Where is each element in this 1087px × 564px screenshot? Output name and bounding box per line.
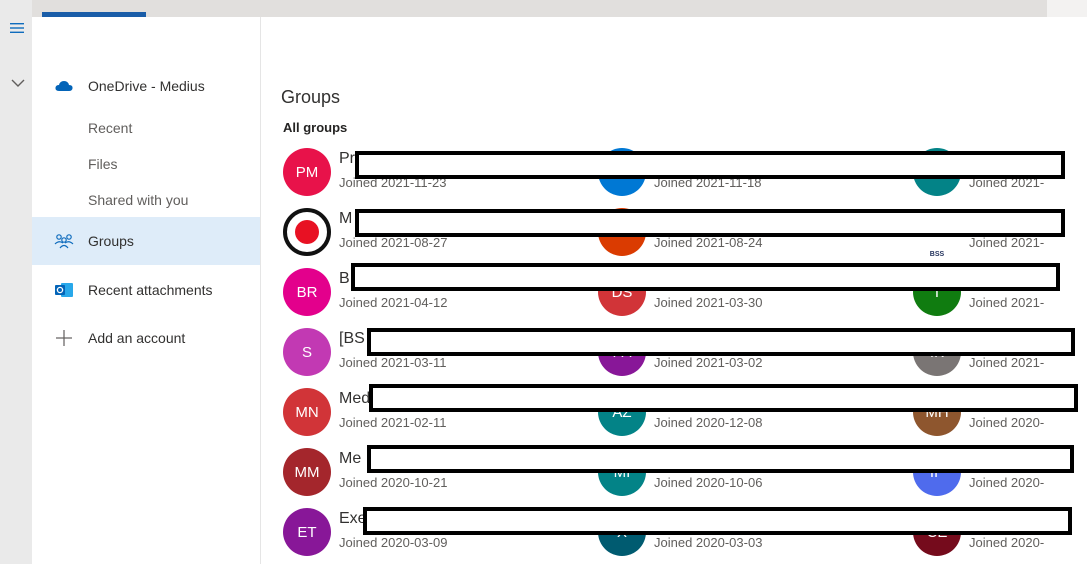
redaction-bar [355, 209, 1065, 237]
section-title: All groups [283, 120, 348, 135]
group-initials: ET [297, 523, 317, 541]
redaction-bar [367, 328, 1075, 356]
group-joined-date: Joined 2021-08-27 [339, 235, 448, 250]
group-avatar: MN [283, 388, 331, 436]
redaction-bar [355, 151, 1065, 179]
group-joined-date: Joined 2021- [969, 295, 1045, 310]
record-logo-icon [283, 208, 331, 256]
group-avatar: MM [283, 448, 331, 496]
sidebar-item-shared[interactable]: Shared with you [32, 187, 260, 213]
group-joined-date: Joined 2020- [969, 475, 1045, 490]
chevron-down-icon[interactable] [10, 76, 26, 90]
group-avatar: PM [283, 148, 331, 196]
group-name: Me [339, 450, 362, 467]
outlook-icon [54, 280, 74, 300]
sidebar-item-label: Files [88, 156, 118, 172]
group-name: Pr [339, 150, 355, 167]
redaction-bar [367, 445, 1074, 473]
group-joined-date: Joined 2021-03-11 [339, 355, 447, 370]
redaction-bar [351, 263, 1060, 291]
sidebar-item-add-account[interactable]: Add an account [32, 325, 260, 351]
group-initials: BR [296, 283, 318, 301]
redaction-bar [363, 507, 1072, 535]
group-name: [BS [339, 330, 365, 347]
group-avatar: ET [283, 508, 331, 556]
group-joined-date: Joined 2021-04-12 [339, 295, 448, 310]
dialog-sidebar: OneDrive - Medius Recent Files Shared wi… [32, 17, 261, 564]
sidebar-account-label: OneDrive - Medius [88, 78, 205, 94]
group-joined-date: Joined 2020- [969, 535, 1045, 550]
hamburger-menu-icon[interactable] [10, 22, 24, 34]
group-joined-date: Joined 2020-10-06 [654, 475, 763, 490]
group-joined-date: Joined 2020-12-08 [654, 415, 763, 430]
group-joined-date: Joined 2021- [969, 355, 1045, 370]
sidebar-item-recent[interactable]: Recent [32, 115, 260, 141]
group-joined-date: Joined 2020-10-21 [339, 475, 448, 490]
group-initials: PM [295, 163, 319, 181]
group-initials: MM [294, 463, 320, 481]
group-avatar: BR [283, 268, 331, 316]
group-name: M [339, 210, 353, 227]
sidebar-item-label: Shared with you [88, 192, 189, 208]
background-app-header [0, 0, 1047, 17]
sidebar-item-label: Add an account [88, 330, 186, 346]
group-name: Med [339, 390, 371, 407]
group-initials: S [301, 343, 312, 361]
group-name: B [339, 270, 350, 287]
onedrive-cloud-icon [54, 76, 74, 96]
sidebar-item-label: Groups [88, 233, 134, 249]
sidebar-item-recent-attachments[interactable]: Recent attachments [32, 277, 260, 303]
group-joined-date: Joined 2020- [969, 415, 1045, 430]
sidebar-item-files[interactable]: Files [32, 151, 260, 177]
group-joined-date: Joined 2020-03-09 [339, 535, 448, 550]
group-initials: MN [295, 403, 319, 421]
group-joined-date: Joined 2021-03-30 [654, 295, 763, 310]
sidebar-item-label: Recent attachments [88, 282, 213, 298]
page-title: Groups [281, 87, 341, 107]
bss-logo-label: BSS [929, 251, 945, 258]
group-avatar: S [283, 328, 331, 376]
group-avatar [283, 208, 331, 256]
group-joined-date: Joined 2021- [969, 235, 1045, 250]
plus-icon [54, 328, 74, 348]
group-joined-date: Joined 2021-02-11 [339, 415, 447, 430]
group-joined-date: Joined 2020-03-03 [654, 535, 763, 550]
group-joined-date: Joined 2021-03-02 [654, 355, 763, 370]
group-joined-date: Joined 2021-08-24 [654, 235, 763, 250]
sidebar-item-groups[interactable]: Groups [32, 217, 260, 265]
groups-icon [54, 231, 74, 251]
redaction-bar [369, 384, 1078, 412]
sidebar-item-label: Recent [88, 120, 133, 136]
sidebar-item-onedrive[interactable]: OneDrive - Medius [32, 73, 260, 99]
